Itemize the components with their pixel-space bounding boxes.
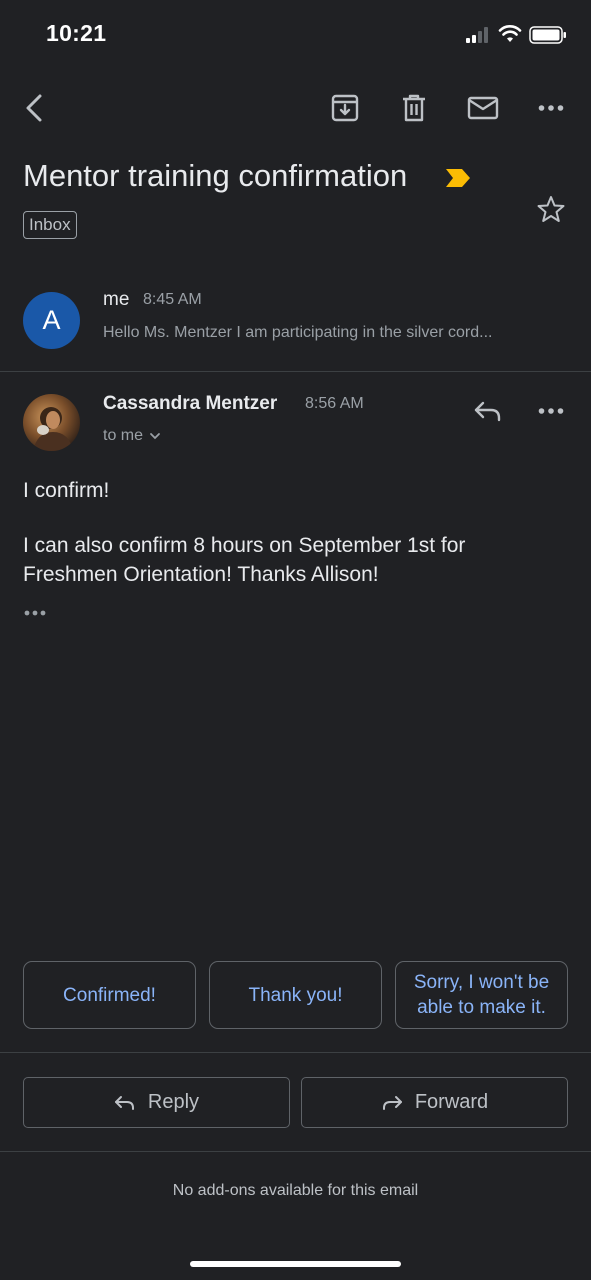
wifi-icon <box>498 25 522 42</box>
email-subject: Mentor training confirmation <box>23 158 408 193</box>
more-horizontal-icon <box>538 105 564 111</box>
star-button[interactable] <box>535 193 567 225</box>
smart-reply-thank-you[interactable]: Thank you! <box>209 961 382 1029</box>
divider <box>0 1052 591 1053</box>
message-sender[interactable]: me <box>103 289 129 311</box>
archive-button[interactable] <box>328 90 362 126</box>
reply-label: Reply <box>147 1091 200 1113</box>
back-icon <box>26 94 42 122</box>
forward-action-button[interactable]: Forward <box>301 1077 568 1128</box>
more-options-button[interactable] <box>534 90 568 126</box>
addons-message: No add-ons available for this email <box>172 1182 419 1199</box>
message-time: 8:56 AM <box>305 395 364 412</box>
reply-icon <box>474 401 501 422</box>
mail-icon <box>467 96 499 120</box>
forward-label: Forward <box>414 1091 489 1113</box>
recipient-label: to me <box>103 427 144 444</box>
divider <box>0 371 591 372</box>
smart-reply-confirmed[interactable]: Confirmed! <box>23 961 196 1029</box>
smart-reply-decline[interactable]: Sorry, I won't be able to make it. <box>395 961 568 1029</box>
signal-icon <box>466 27 488 43</box>
forward-icon <box>382 1095 402 1110</box>
more-horizontal-icon <box>538 408 564 414</box>
status-time: 10:21 <box>46 20 107 46</box>
inbox-label-chip[interactable]: Inbox <box>23 211 77 239</box>
chevron-down-icon <box>150 433 160 440</box>
archive-icon <box>331 94 359 122</box>
delete-button[interactable] <box>397 90 431 126</box>
avatar <box>23 394 80 451</box>
recipient-details-toggle[interactable]: to me <box>103 427 161 445</box>
avatar: A <box>23 292 80 349</box>
back-button[interactable] <box>16 90 52 126</box>
home-indicator[interactable] <box>190 1261 401 1267</box>
reply-button[interactable] <box>470 395 506 427</box>
message-time: 8:45 AM <box>143 291 202 308</box>
star-icon <box>537 196 565 222</box>
battery-icon <box>529 26 566 44</box>
profile-photo-icon <box>33 407 73 451</box>
ellipsis-icon <box>24 610 46 616</box>
message-more-button[interactable] <box>534 395 568 427</box>
message-snippet[interactable]: Hello Ms. Mentzer I am participating in … <box>103 324 553 342</box>
mark-unread-button[interactable] <box>464 90 502 126</box>
body-paragraph: I can also confirm 8 hours on September … <box>23 534 466 586</box>
importance-marker-icon[interactable] <box>445 168 471 188</box>
reply-icon <box>114 1095 134 1110</box>
trash-icon <box>403 94 425 122</box>
message-body: I confirm! I can also confirm 8 hours on… <box>23 476 563 615</box>
reply-action-button[interactable]: Reply <box>23 1077 290 1128</box>
divider <box>0 1151 591 1152</box>
message-sender[interactable]: Cassandra Mentzer <box>103 393 277 415</box>
body-paragraph: I confirm! <box>23 479 110 502</box>
show-trimmed-content-button[interactable] <box>23 604 51 622</box>
